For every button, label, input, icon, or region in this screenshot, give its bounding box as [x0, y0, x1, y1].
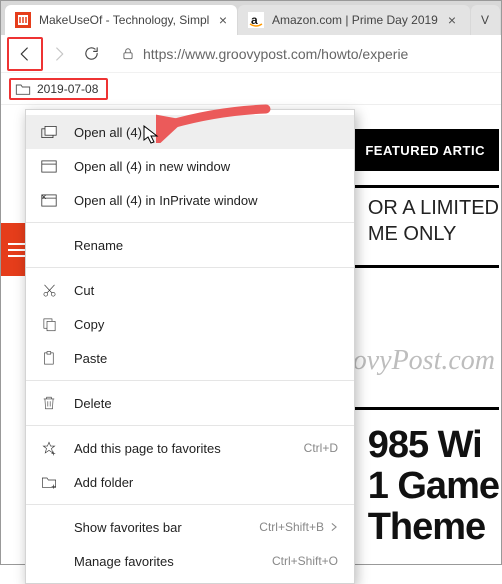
ctx-manage-favorites[interactable]: Manage favorites Ctrl+Shift+O [26, 544, 354, 578]
copy-icon [40, 315, 58, 333]
ctx-cut[interactable]: Cut [26, 273, 354, 307]
address-bar[interactable]: https://www.groovypost.com/howto/experie [113, 38, 495, 70]
browser-toolbar: https://www.groovypost.com/howto/experie [1, 35, 501, 73]
ctx-rename[interactable]: Rename [26, 228, 354, 262]
ctx-paste[interactable]: Paste [26, 341, 354, 375]
context-menu: Open all (4) Open all (4) in new window … [25, 109, 355, 584]
ctx-open-all[interactable]: Open all (4) [26, 115, 354, 149]
folder-plus-icon [40, 473, 58, 491]
favicon-muo [15, 12, 31, 28]
delete-icon [40, 394, 58, 412]
shortcut: Ctrl+D [304, 441, 338, 455]
separator [26, 425, 354, 426]
ctx-show-favorites-bar[interactable]: Show favorites bar Ctrl+Shift+B [26, 510, 354, 544]
forward-button[interactable] [43, 38, 75, 70]
shortcut: Ctrl+Shift+O [272, 554, 338, 568]
chevron-right-icon [330, 522, 338, 532]
tab-next[interactable]: V [471, 5, 500, 35]
ctx-open-all-inprivate[interactable]: Open all (4) in InPrivate window [26, 183, 354, 217]
ctx-add-folder[interactable]: Add folder [26, 465, 354, 499]
tab-title: V [481, 13, 489, 27]
promo-text: OR A LIMITED ME ONLY [368, 195, 499, 247]
highlight-back-button [7, 37, 43, 71]
tabs-icon [40, 123, 58, 141]
window-icon [40, 157, 58, 175]
favorites-folder[interactable]: 2019-07-08 [9, 78, 108, 100]
tab-amazon[interactable]: a Amazon.com | Prime Day 2019 × [238, 5, 470, 35]
paste-icon [40, 349, 58, 367]
shortcut: Ctrl+Shift+B [259, 520, 324, 534]
featured-heading: FEATURED ARTIC [351, 129, 499, 171]
favicon-amazon: a [248, 12, 264, 28]
ctx-add-page-favorites[interactable]: Add this page to favorites Ctrl+D [26, 431, 354, 465]
lock-icon [121, 47, 135, 61]
tab-makeuseof[interactable]: MakeUseOf - Technology, Simpli × [5, 5, 237, 35]
separator [26, 222, 354, 223]
favorites-bar: 2019-07-08 [1, 73, 501, 105]
article-title: 985 Wi 1 Game Theme [368, 425, 499, 548]
refresh-button[interactable] [75, 38, 107, 70]
tab-title: MakeUseOf - Technology, Simpli [39, 13, 209, 27]
inprivate-icon [40, 191, 58, 209]
close-icon[interactable]: × [219, 12, 227, 28]
url-text: https://www.groovypost.com/howto/experie [143, 46, 408, 62]
ctx-copy[interactable]: Copy [26, 307, 354, 341]
tab-strip: MakeUseOf - Technology, Simpli × a Amazo… [1, 1, 501, 35]
star-plus-icon [40, 439, 58, 457]
separator [26, 380, 354, 381]
ctx-open-all-new-window[interactable]: Open all (4) in new window [26, 149, 354, 183]
folder-icon [15, 82, 31, 96]
tab-title: Amazon.com | Prime Day 2019 [272, 13, 438, 27]
ctx-delete[interactable]: Delete [26, 386, 354, 420]
cut-icon [40, 281, 58, 299]
back-button[interactable] [9, 38, 41, 70]
folder-label: 2019-07-08 [37, 82, 98, 96]
separator [26, 504, 354, 505]
close-icon[interactable]: × [448, 12, 456, 28]
separator [26, 267, 354, 268]
